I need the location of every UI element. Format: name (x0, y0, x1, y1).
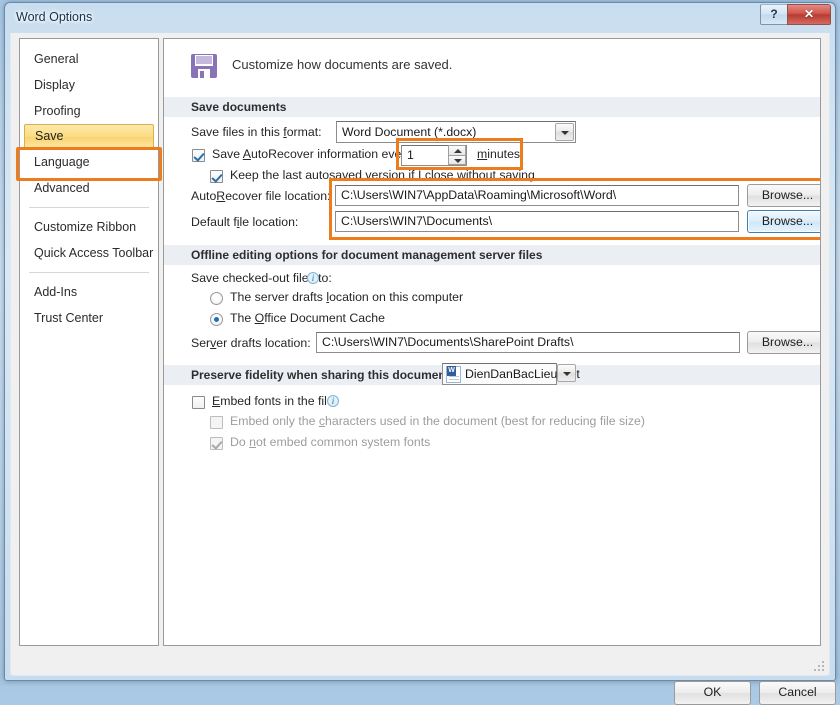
stepper-up-icon[interactable] (448, 145, 466, 155)
panel-header-text: Customize how documents are saved. (232, 57, 453, 72)
info-icon-checked-out[interactable]: i (307, 272, 319, 284)
browse-server-drafts-button[interactable]: Browse... (747, 331, 820, 354)
info-icon-embed-fonts[interactable]: i (327, 395, 339, 407)
autorecover-file-location-input[interactable]: C:\Users\WIN7\AppData\Roaming\Microsoft\… (335, 185, 739, 206)
sidebar-item-add-ins[interactable]: Add-Ins (24, 279, 154, 305)
chevron-down-icon[interactable] (555, 123, 574, 141)
sidebar-item-save[interactable]: Save (24, 124, 154, 149)
sidebar-item-general[interactable]: General (24, 46, 154, 72)
sidebar-item-trust-center[interactable]: Trust Center (24, 305, 154, 331)
options-sidebar: General Display Proofing Save Language A… (19, 38, 159, 646)
stepper-down-icon[interactable] (448, 155, 466, 165)
sidebar-item-advanced[interactable]: Advanced (24, 175, 154, 201)
label-save-autorecover: Save AutoRecover information every (212, 147, 412, 161)
label-default-file-location: Default file location: (191, 215, 299, 229)
browse-autorecover-location-button[interactable]: Browse... (747, 184, 820, 207)
radio-office-document-cache[interactable] (210, 313, 223, 326)
sidebar-item-language[interactable]: Language (24, 149, 154, 175)
checkbox-keep-last-autosaved[interactable] (210, 170, 223, 183)
close-button[interactable]: ✕ (787, 4, 831, 25)
save-format-value: Word Document (*.docx) (342, 125, 477, 139)
window-title: Word Options (16, 10, 93, 24)
dialog-body: General Display Proofing Save Language A… (10, 33, 836, 705)
word-options-window: Word Options ? ✕ General Display Proofin… (4, 2, 836, 705)
resize-grip-icon[interactable] (813, 660, 825, 672)
label-minutes: minutes (477, 147, 521, 161)
radio-server-drafts-location[interactable] (210, 292, 223, 305)
label-save-format: Save files in this format: (191, 125, 322, 139)
floppy-disk-icon (191, 54, 217, 78)
chevron-down-icon[interactable] (557, 364, 576, 382)
section-header-offline-editing: Offline editing options for document man… (164, 245, 820, 265)
panel-header: Customize how documents are saved. (164, 39, 820, 97)
preserve-fidelity-dropdown-arrow[interactable] (556, 363, 578, 385)
checkbox-save-autorecover[interactable] (192, 149, 205, 162)
server-drafts-location-input[interactable]: C:\Users\WIN7\Documents\SharePoint Draft… (316, 332, 740, 353)
label-server-drafts-location-option: The server drafts location on this compu… (230, 290, 464, 304)
options-panel: Customize how documents are saved. Save … (163, 38, 821, 646)
label-embed-only-characters: Embed only the characters used in the do… (230, 414, 645, 428)
label-keep-last-autosaved: Keep the last autosaved version if I clo… (230, 168, 535, 182)
default-file-location-input[interactable]: C:\Users\WIN7\Documents\ (335, 211, 739, 232)
autorecover-minutes-stepper[interactable] (448, 145, 466, 166)
checkbox-embed-fonts[interactable] (192, 396, 205, 409)
label-office-document-cache-option: The Office Document Cache (230, 311, 385, 325)
sidebar-divider-2 (29, 272, 149, 273)
label-no-common-system-fonts: Do not embed common system fonts (230, 435, 431, 449)
label-autorecover-file-location: AutoRecover file location: (191, 189, 331, 203)
checkbox-embed-only-characters[interactable] (210, 416, 223, 429)
preserve-fidelity-document-combobox[interactable]: DienDanBacLieu.Net (442, 363, 580, 385)
label-server-drafts-location: Server drafts location: (191, 336, 311, 350)
preserve-fidelity-title: Preserve fidelity when sharing this docu… (191, 368, 454, 382)
sidebar-item-proofing[interactable]: Proofing (24, 98, 154, 124)
sidebar-item-quick-access-toolbar[interactable]: Quick Access Toolbar (24, 240, 154, 266)
title-bar: Word Options ? ✕ (5, 3, 835, 33)
word-document-icon (446, 366, 461, 383)
sidebar-item-display[interactable]: Display (24, 72, 154, 98)
section-header-save-documents: Save documents (164, 97, 820, 117)
sidebar-divider-1 (29, 207, 149, 208)
help-button[interactable]: ? (760, 4, 788, 25)
browse-default-location-button[interactable]: Browse... (747, 210, 820, 233)
sidebar-item-customize-ribbon[interactable]: Customize Ribbon (24, 214, 154, 240)
save-format-combobox[interactable]: Word Document (*.docx) (336, 121, 576, 143)
label-embed-fonts: Embed fonts in the file (212, 394, 334, 408)
checkbox-no-common-system-fonts[interactable] (210, 437, 223, 450)
